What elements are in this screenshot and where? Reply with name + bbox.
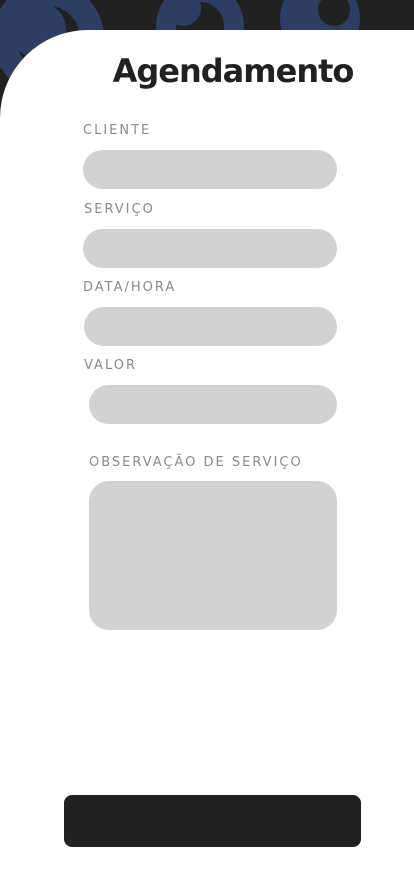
valor-input[interactable] [89, 385, 337, 424]
observacao-label: OBSERVAÇÃO DE SERVIÇO [89, 455, 303, 470]
submit-button[interactable] [64, 795, 361, 847]
page-title: Agendamento [112, 52, 355, 90]
screen: Agendamento CLIENTE SERVIÇO DATA/HORA VA… [0, 0, 414, 896]
servico-input[interactable] [83, 229, 337, 268]
servico-label: SERVIÇO [84, 202, 155, 217]
cliente-input[interactable] [83, 150, 337, 189]
data-hora-input[interactable] [84, 307, 337, 346]
valor-label: VALOR [84, 358, 137, 373]
observacao-textarea[interactable] [89, 481, 337, 630]
data-hora-label: DATA/HORA [83, 280, 177, 295]
cliente-label: CLIENTE [83, 123, 152, 138]
